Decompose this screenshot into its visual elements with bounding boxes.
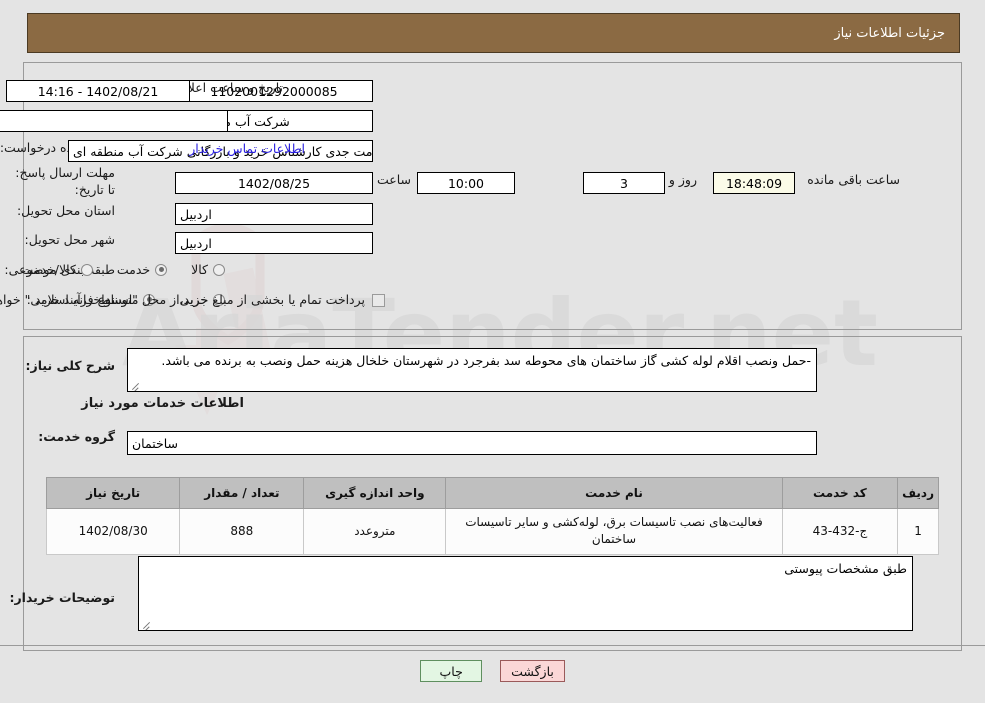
buyer-notes-textarea[interactable]: طبق مشخصات پیوستی [138, 556, 913, 631]
table-col-header-4: تعداد / مقدار [179, 477, 305, 509]
treasury-note-label: پرداخت تمام یا بخشی از مبلغ خرید،از محل … [0, 292, 365, 307]
remaining-time-countdown: 18:48:09 [713, 172, 795, 194]
buyer-notes-text: طبق مشخصات پیوستی [784, 561, 907, 576]
table-col-header-0: ردیف [897, 477, 939, 509]
table-col-header-2: نام خدمت [445, 477, 783, 509]
category-radio-0[interactable] [213, 263, 225, 276]
buyer-contact-link-row: اطلاعات تماس خریدار [189, 141, 305, 156]
service-group-label: گروه خدمت: [38, 429, 115, 444]
category-radio-2[interactable] [80, 263, 93, 276]
resize-grip-icon[interactable] [142, 619, 152, 629]
deadline-date-field-row: 1402/08/25 [175, 172, 373, 194]
remaining-days-field-row: 3 [583, 172, 665, 194]
buyer-notes-label-row: توضیحات خریدار: [9, 590, 115, 607]
city-input[interactable]: اردبیل [175, 232, 373, 254]
table-cell-code: ج-432-43 [781, 508, 899, 555]
city-label-row: شهر محل تحویل: [25, 232, 115, 249]
deadline-label: مهلت ارسال پاسخ: تا تاریخ: [15, 165, 115, 197]
deadline-date-input[interactable]: 1402/08/25 [175, 172, 373, 194]
category-radio-1[interactable] [155, 263, 168, 276]
service-items-table-wrapper: ردیف کد خدمت نام خدمت واحد اندازه گیری تعداد… [45, 477, 939, 555]
table-cell-index: 1 [897, 508, 939, 555]
general-need-text: -حمل ونصب اقلام لوله کشی گاز ساختمان های… [161, 353, 811, 368]
service-group-field-row: ساختمان [127, 431, 817, 455]
province-input[interactable]: اردبیل [175, 203, 373, 225]
category-option-2[interactable]: کالا/خدمت [21, 262, 93, 277]
print-button[interactable]: چاپ [420, 660, 483, 682]
page-header-bar: جزئیات اطلاعات نیاز [27, 13, 960, 53]
remaining-time-field-row: 18:48:09 [713, 172, 795, 194]
remaining-days-label-row: روز و [669, 172, 697, 189]
remaining-time-label: ساعت باقی مانده [807, 172, 900, 187]
category-radio-group: کالا خدمت کالا/خدمت [0, 262, 225, 277]
resize-grip-icon[interactable] [131, 380, 141, 390]
category-radio-label-1: خدمت [116, 262, 151, 277]
buyer-notes-label: توضیحات خریدار: [9, 590, 115, 605]
province-field-row: اردبیل [175, 203, 373, 225]
table-col-header-1: کد خدمت [781, 477, 899, 509]
table-header-row: ردیف کد خدمت نام خدمت واحد اندازه گیری تعداد… [45, 477, 939, 509]
page-root: AriaTender.net جزئیات اطلاعات نیاز شماره… [0, 0, 985, 703]
city-field-row: اردبیل [175, 232, 373, 254]
table-cell-quantity: 888 [179, 508, 305, 555]
back-button[interactable]: بازگشت [500, 660, 565, 682]
general-need-label: شرح کلی نیاز: [25, 358, 115, 373]
general-need-textarea[interactable]: -حمل ونصب اقلام لوله کشی گاز ساختمان های… [127, 348, 817, 392]
deadline-hour-field-row: 10:00 [417, 172, 515, 194]
remaining-days-label: روز و [668, 172, 697, 187]
buyer-org-extra-input[interactable] [0, 110, 228, 132]
category-option-0[interactable]: کالا [191, 262, 225, 277]
province-label-row: استان محل تحویل: [17, 203, 115, 220]
category-radio-label-2: کالا/خدمت [21, 262, 76, 277]
treasury-note-row: پرداخت تمام یا بخشی از مبلغ خرید،از محل … [0, 292, 385, 309]
table-col-header-5: تاریخ نیاز [45, 477, 181, 509]
service-items-table: ردیف کد خدمت نام خدمت واحد اندازه گیری تعداد… [45, 477, 939, 555]
deadline-hour-label-row: ساعت [377, 172, 411, 189]
footer-divider [0, 645, 985, 646]
services-section-title: اطلاعات خدمات مورد نیاز [81, 396, 244, 411]
remaining-time-label-row: ساعت باقی مانده [807, 172, 900, 189]
table-body: 1 ج-432-43 فعالیت‌های نصب تاسیسات برق، لول… [45, 508, 939, 555]
announce-datetime-input[interactable]: 1402/08/21 - 14:16 [6, 80, 190, 102]
table-col-header-3: واحد اندازه گیری [303, 477, 447, 509]
buyer-contact-link[interactable]: اطلاعات تماس خریدار [189, 141, 305, 156]
category-radio-label-0: کالا [191, 262, 208, 277]
footer-button-row: بازگشت چاپ [0, 660, 985, 682]
table-cell-need-date: 1402/08/30 [45, 508, 181, 555]
city-label: شهر محل تحویل: [24, 232, 115, 247]
general-need-label-row: شرح کلی نیاز: [26, 358, 115, 375]
table-row[interactable]: 1 ج-432-43 فعالیت‌های نصب تاسیسات برق، لول… [45, 508, 939, 555]
remaining-days-input[interactable]: 3 [583, 172, 665, 194]
province-label: استان محل تحویل: [16, 203, 115, 218]
table-cell-unit: متروعدد [303, 508, 447, 555]
buyer-org-extra-field-row [0, 110, 228, 132]
service-group-input[interactable]: ساختمان [127, 431, 817, 455]
service-group-label-row: گروه خدمت: [38, 429, 115, 446]
deadline-hour-label: ساعت [376, 172, 411, 187]
deadline-hour-input[interactable]: 10:00 [417, 172, 515, 194]
page-title: جزئیات اطلاعات نیاز [834, 25, 945, 41]
category-option-1[interactable]: خدمت [116, 262, 168, 277]
treasury-checkbox[interactable] [372, 293, 385, 307]
top-info-panel [23, 62, 962, 330]
deadline-label-row: مهلت ارسال پاسخ: تا تاریخ: [10, 165, 115, 199]
announce-datetime-field-row: 1402/08/21 - 14:16 [6, 80, 190, 102]
table-cell-name: فعالیت‌های نصب تاسیسات برق، لوله‌کشی و س… [445, 508, 783, 555]
